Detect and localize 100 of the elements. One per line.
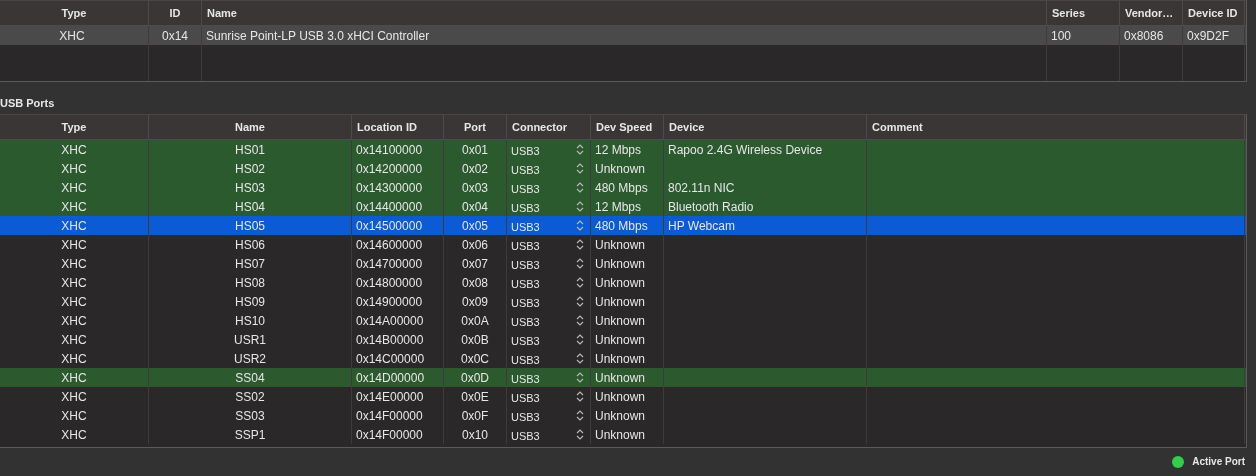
table-cell: 0x14500000 xyxy=(356,218,423,233)
column-header[interactable]: Name xyxy=(149,115,352,139)
connector-dropdown[interactable]: USB3 xyxy=(511,179,586,196)
column-header[interactable]: Port xyxy=(444,115,507,139)
table-cell: Unknown xyxy=(595,408,646,423)
table-cell: 0x0E xyxy=(461,389,489,404)
table-cell: 0x8086 xyxy=(1124,28,1164,43)
port-row[interactable]: XHC HS07 0x14700000 0x07 USB3 Unknown xyxy=(0,254,1246,273)
column-header[interactable]: Series xyxy=(1047,1,1120,25)
table-cell: Unknown xyxy=(595,370,646,385)
table-cell: 0x9D2F xyxy=(1187,28,1230,43)
port-row[interactable]: XHC HS09 0x14900000 0x09 USB3 Unknown xyxy=(0,292,1246,311)
table-cell: 0x14600000 xyxy=(356,237,423,252)
port-row[interactable]: XHC SS03 0x14F00000 0x0F USB3 Unknown xyxy=(0,406,1246,425)
table-cell: 0x14800000 xyxy=(356,275,423,290)
chevron-icon xyxy=(576,429,584,440)
table-cell: 0x14400000 xyxy=(356,199,423,214)
column-header[interactable]: Name xyxy=(202,1,1047,25)
connector-dropdown[interactable]: USB3 xyxy=(511,388,586,405)
table-cell: XHC xyxy=(61,142,87,157)
table-cell: 0x0F xyxy=(461,408,489,423)
port-row[interactable]: XHC HS06 0x14600000 0x06 USB3 Unknown xyxy=(0,235,1246,254)
table-cell: 480 Mbps xyxy=(595,180,648,195)
table-cell: 0x02 xyxy=(462,161,488,176)
connector-dropdown[interactable]: USB3 xyxy=(511,141,586,158)
connector-dropdown[interactable]: USB3 xyxy=(511,255,586,272)
port-row[interactable]: XHC HS10 0x14A00000 0x0A USB3 Unknown xyxy=(0,311,1246,330)
table-cell: HS03 xyxy=(235,180,265,195)
table-cell: 0x14300000 xyxy=(356,180,423,195)
table-cell: XHC xyxy=(61,256,87,271)
column-header[interactable]: Device ID xyxy=(1183,1,1245,25)
port-row[interactable]: XHC HS01 0x14100000 0x01 USB3 12 Mbps Rapoo 2.4G Wireless Device xyxy=(0,140,1246,159)
table-cell: Unknown xyxy=(595,313,646,328)
table-cell: XHC xyxy=(61,351,87,366)
table-cell: 0x14A00000 xyxy=(356,313,424,328)
table-cell: 0x14200000 xyxy=(356,161,423,176)
connector-dropdown[interactable]: USB3 xyxy=(511,274,586,291)
column-header[interactable]: Connector xyxy=(507,115,591,139)
column-header[interactable]: ID xyxy=(149,1,202,25)
controller-row[interactable]: XHC 0x14 Sunrise Point-LP USB 3.0 xHCI Controller 100 0x8086 0x9D2F xyxy=(0,26,1246,45)
port-row[interactable]: XHC HS04 0x14400000 0x04 USB3 12 Mbps Bluetooth Radio xyxy=(0,197,1246,216)
chevron-icon xyxy=(576,296,584,307)
table-cell: XHC xyxy=(61,408,87,423)
table-cell: 0x14F00000 xyxy=(356,408,423,423)
connector-dropdown[interactable]: USB3 xyxy=(511,350,586,367)
table-cell: XHC xyxy=(61,237,87,252)
table-cell: SSP1 xyxy=(234,427,266,442)
table-cell: HS04 xyxy=(235,199,265,214)
table-cell: Unknown xyxy=(595,332,646,347)
port-row[interactable]: XHC HS02 0x14200000 0x02 USB3 Unknown xyxy=(0,159,1246,178)
table-cell: HS09 xyxy=(235,294,265,309)
port-row[interactable]: XHC USR1 0x14B00000 0x0B USB3 Unknown xyxy=(0,330,1246,349)
column-header[interactable]: Device xyxy=(664,115,867,139)
connector-dropdown[interactable]: USB3 xyxy=(511,312,586,329)
table-cell: 0x05 xyxy=(462,218,488,233)
table-cell: HS05 xyxy=(235,218,265,233)
connector-dropdown[interactable]: USB3 xyxy=(511,198,586,215)
column-header[interactable]: Comment xyxy=(867,115,1245,139)
port-row[interactable]: XHC SSP1 0x14F00000 0x10 USB3 Unknown xyxy=(0,425,1246,444)
port-row[interactable]: XHC HS03 0x14300000 0x03 USB3 480 Mbps 802.11n NIC xyxy=(0,178,1246,197)
column-header[interactable]: Dev Speed xyxy=(591,115,664,139)
table-cell: XHC xyxy=(61,161,87,176)
table-cell: Bluetooth Radio xyxy=(668,199,754,214)
connector-dropdown[interactable]: USB3 xyxy=(511,426,586,443)
connector-dropdown[interactable]: USB3 xyxy=(511,331,586,348)
table-cell: 0x14 xyxy=(162,28,188,43)
table-cell: XHC xyxy=(61,389,87,404)
table-cell: XHC xyxy=(61,332,87,347)
section-title: USB Ports xyxy=(0,96,56,111)
port-row[interactable]: XHC SS04 0x14D00000 0x0D USB3 Unknown xyxy=(0,368,1246,387)
connector-dropdown[interactable]: USB3 xyxy=(511,236,586,253)
chevron-icon xyxy=(576,334,584,345)
table-cell: XHC xyxy=(61,275,87,290)
connector-dropdown[interactable]: USB3 xyxy=(511,293,586,310)
table-cell: 0x14E00000 xyxy=(356,389,424,404)
table-cell: 0x14F00000 xyxy=(356,427,423,442)
connector-dropdown[interactable]: USB3 xyxy=(511,407,586,424)
table-cell: XHC xyxy=(61,218,87,233)
table-cell: 802.11n NIC xyxy=(668,180,735,195)
column-header[interactable]: Vendor… xyxy=(1120,1,1183,25)
connector-dropdown[interactable]: USB3 xyxy=(511,160,586,177)
column-header[interactable]: Type xyxy=(0,1,149,25)
table-cell: Sunrise Point-LP USB 3.0 xHCI Controller xyxy=(206,28,430,43)
chevron-icon xyxy=(576,315,584,326)
table-cell: 0x03 xyxy=(462,180,488,195)
column-header[interactable]: Type xyxy=(0,115,149,139)
chevron-icon xyxy=(576,239,584,250)
chevron-icon xyxy=(576,410,584,421)
column-header[interactable]: Location ID xyxy=(352,115,444,139)
table-cell: USR1 xyxy=(234,332,266,347)
table-cell: 480 Mbps xyxy=(595,218,648,233)
connector-dropdown[interactable]: USB3 xyxy=(511,369,586,386)
chevron-icon xyxy=(576,144,584,155)
table-cell: 0x04 xyxy=(462,199,488,214)
port-row[interactable]: XHC HS08 0x14800000 0x08 USB3 Unknown xyxy=(0,273,1246,292)
table-cell: XHC xyxy=(61,370,87,385)
port-row[interactable]: XHC SS02 0x14E00000 0x0E USB3 Unknown xyxy=(0,387,1246,406)
connector-dropdown[interactable]: USB3 xyxy=(511,217,586,234)
table-cell: Unknown xyxy=(595,389,646,404)
port-row[interactable]: XHC HS05 0x14500000 0x05 USB3 480 Mbps HP Webcam xyxy=(0,216,1246,235)
